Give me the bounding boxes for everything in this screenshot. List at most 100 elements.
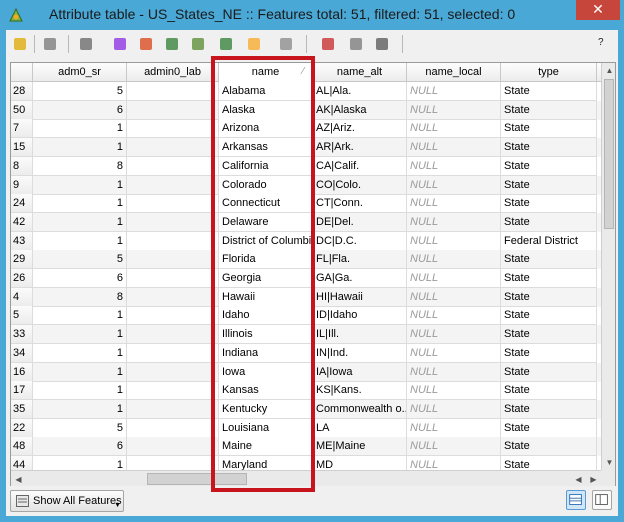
cell-name[interactable]: Florida xyxy=(219,250,313,270)
row-header[interactable]: 43 xyxy=(11,231,33,251)
cell-name-alt[interactable]: GA|Ga. xyxy=(313,269,407,288)
cell-name[interactable]: District of Columbia xyxy=(219,231,313,251)
column-header-admin0-lab[interactable]: admin0_lab xyxy=(127,63,219,82)
cell-name-local[interactable]: NULL xyxy=(407,138,501,158)
table-row[interactable]: 16 1 Iowa IA|Iowa NULL State xyxy=(11,362,601,382)
cell-name-local[interactable]: NULL xyxy=(407,306,501,326)
cell-type[interactable]: State xyxy=(501,456,597,470)
cell-admin0-lab[interactable] xyxy=(127,231,219,251)
cell-name-alt[interactable]: ME|Maine xyxy=(313,437,407,457)
cell-adm0-sr[interactable]: 1 xyxy=(33,194,127,214)
cell-name-local[interactable]: NULL xyxy=(407,194,501,214)
cell-type[interactable]: State xyxy=(501,82,597,101)
cell-admin0-lab[interactable] xyxy=(127,343,219,363)
cell-name-alt[interactable]: IN|Ind. xyxy=(313,343,407,363)
cell-adm0-sr[interactable]: 5 xyxy=(33,82,127,101)
cell-name-alt[interactable]: CT|Conn. xyxy=(313,194,407,214)
cell-adm0-sr[interactable]: 1 xyxy=(33,343,127,363)
cell-name-local[interactable]: NULL xyxy=(407,325,501,345)
row-header[interactable]: 35 xyxy=(11,399,33,419)
cell-name-alt[interactable]: DC|D.C. xyxy=(313,231,407,251)
field-calculator-button[interactable] xyxy=(372,34,394,54)
toggle-editing-button[interactable] xyxy=(10,34,32,54)
cell-name-alt[interactable]: CA|Calif. xyxy=(313,156,407,176)
table-row[interactable]: 33 1 Illinois IL|Ill. NULL State xyxy=(11,325,601,345)
corner-header[interactable] xyxy=(11,63,33,82)
copy-rows-button[interactable] xyxy=(276,34,298,54)
table-row[interactable]: 7 1 Arizona AZ|Ariz. NULL State xyxy=(11,119,601,139)
cell-adm0-sr[interactable]: 1 xyxy=(33,175,127,195)
table-row[interactable]: 5 1 Idaho ID|Idaho NULL State xyxy=(11,306,601,326)
cell-type[interactable]: State xyxy=(501,325,597,345)
cell-adm0-sr[interactable]: 8 xyxy=(33,287,127,307)
row-header[interactable]: 9 xyxy=(11,175,33,195)
column-header-type[interactable]: type xyxy=(501,63,597,82)
row-header[interactable]: 17 xyxy=(11,381,33,401)
cell-name[interactable]: Louisiana xyxy=(219,418,313,438)
cell-admin0-lab[interactable] xyxy=(127,156,219,176)
cell-type[interactable]: State xyxy=(501,212,597,232)
cell-adm0-sr[interactable]: 5 xyxy=(33,418,127,438)
cell-name-alt[interactable]: IL|Ill. xyxy=(313,325,407,345)
cell-type[interactable]: State xyxy=(501,100,597,120)
vertical-scroll-thumb[interactable] xyxy=(604,79,614,229)
column-header-name[interactable]: name ⁄ xyxy=(219,63,313,82)
cell-name-alt[interactable]: CO|Colo. xyxy=(313,175,407,195)
row-header[interactable]: 28 xyxy=(11,82,33,101)
delete-column-button[interactable] xyxy=(318,34,340,54)
cell-admin0-lab[interactable] xyxy=(127,418,219,438)
close-button[interactable]: ✕ xyxy=(576,0,620,20)
column-header-name-alt[interactable]: name_alt xyxy=(313,63,407,82)
table-view-button[interactable] xyxy=(566,490,586,510)
row-header[interactable]: 50 xyxy=(11,100,33,120)
cell-type[interactable]: State xyxy=(501,119,597,139)
cell-admin0-lab[interactable] xyxy=(127,100,219,120)
sort-indicator-icon[interactable]: ⁄ xyxy=(302,63,304,81)
cell-name-local[interactable]: NULL xyxy=(407,343,501,363)
cell-adm0-sr[interactable]: 1 xyxy=(33,212,127,232)
cell-adm0-sr[interactable]: 1 xyxy=(33,325,127,345)
table-row[interactable]: 35 1 Kentucky Commonwealth o... NULL State xyxy=(11,399,601,419)
cell-name[interactable]: Indiana xyxy=(219,343,313,363)
cell-type[interactable]: State xyxy=(501,287,597,307)
row-header[interactable]: 34 xyxy=(11,343,33,363)
move-selection-top-button[interactable] xyxy=(162,34,184,54)
cell-admin0-lab[interactable] xyxy=(127,456,219,470)
cell-name-alt[interactable]: KS|Kans. xyxy=(313,381,407,401)
cell-type[interactable]: State xyxy=(501,437,597,457)
cell-adm0-sr[interactable]: 6 xyxy=(33,437,127,457)
invert-selection-button[interactable] xyxy=(188,34,210,54)
cell-type[interactable]: State xyxy=(501,399,597,419)
cell-type[interactable]: State xyxy=(501,362,597,382)
column-header-adm0-sr[interactable]: adm0_sr xyxy=(33,63,127,82)
table-row[interactable]: 43 1 District of Columbia DC|D.C. NULL Federa… xyxy=(11,231,601,251)
table-row[interactable]: 24 1 Connecticut CT|Conn. NULL State xyxy=(11,194,601,214)
cell-name-alt[interactable]: Commonwealth o... xyxy=(313,399,407,419)
row-header[interactable]: 44 xyxy=(11,456,33,470)
row-header[interactable]: 42 xyxy=(11,212,33,232)
cell-name-local[interactable]: NULL xyxy=(407,269,501,288)
cell-name[interactable]: California xyxy=(219,156,313,176)
cell-name-alt[interactable]: AZ|Ariz. xyxy=(313,119,407,139)
cell-admin0-lab[interactable] xyxy=(127,175,219,195)
table-row[interactable]: 50 6 Alaska AK|Alaska NULL State xyxy=(11,100,601,120)
scroll-down-icon[interactable]: ▼ xyxy=(602,455,615,470)
select-by-expression-button[interactable] xyxy=(110,34,132,54)
cell-type[interactable]: State xyxy=(501,269,597,288)
cell-admin0-lab[interactable] xyxy=(127,325,219,345)
cell-type[interactable]: State xyxy=(501,381,597,401)
cell-adm0-sr[interactable]: 6 xyxy=(33,269,127,288)
vertical-scrollbar[interactable]: ▲ ▼ xyxy=(601,63,615,470)
cell-name-local[interactable]: NULL xyxy=(407,175,501,195)
cell-adm0-sr[interactable]: 1 xyxy=(33,399,127,419)
cell-name-alt[interactable]: DE|Del. xyxy=(313,212,407,232)
cell-adm0-sr[interactable]: 1 xyxy=(33,456,127,470)
cell-admin0-lab[interactable] xyxy=(127,138,219,158)
cell-type[interactable]: Federal District xyxy=(501,231,597,251)
horizontal-scroll-thumb[interactable] xyxy=(147,473,247,485)
cell-name[interactable]: Maine xyxy=(219,437,313,457)
cell-admin0-lab[interactable] xyxy=(127,306,219,326)
cell-name[interactable]: Maryland xyxy=(219,456,313,470)
cell-type[interactable]: State xyxy=(501,156,597,176)
column-header-name-local[interactable]: name_local xyxy=(407,63,501,82)
